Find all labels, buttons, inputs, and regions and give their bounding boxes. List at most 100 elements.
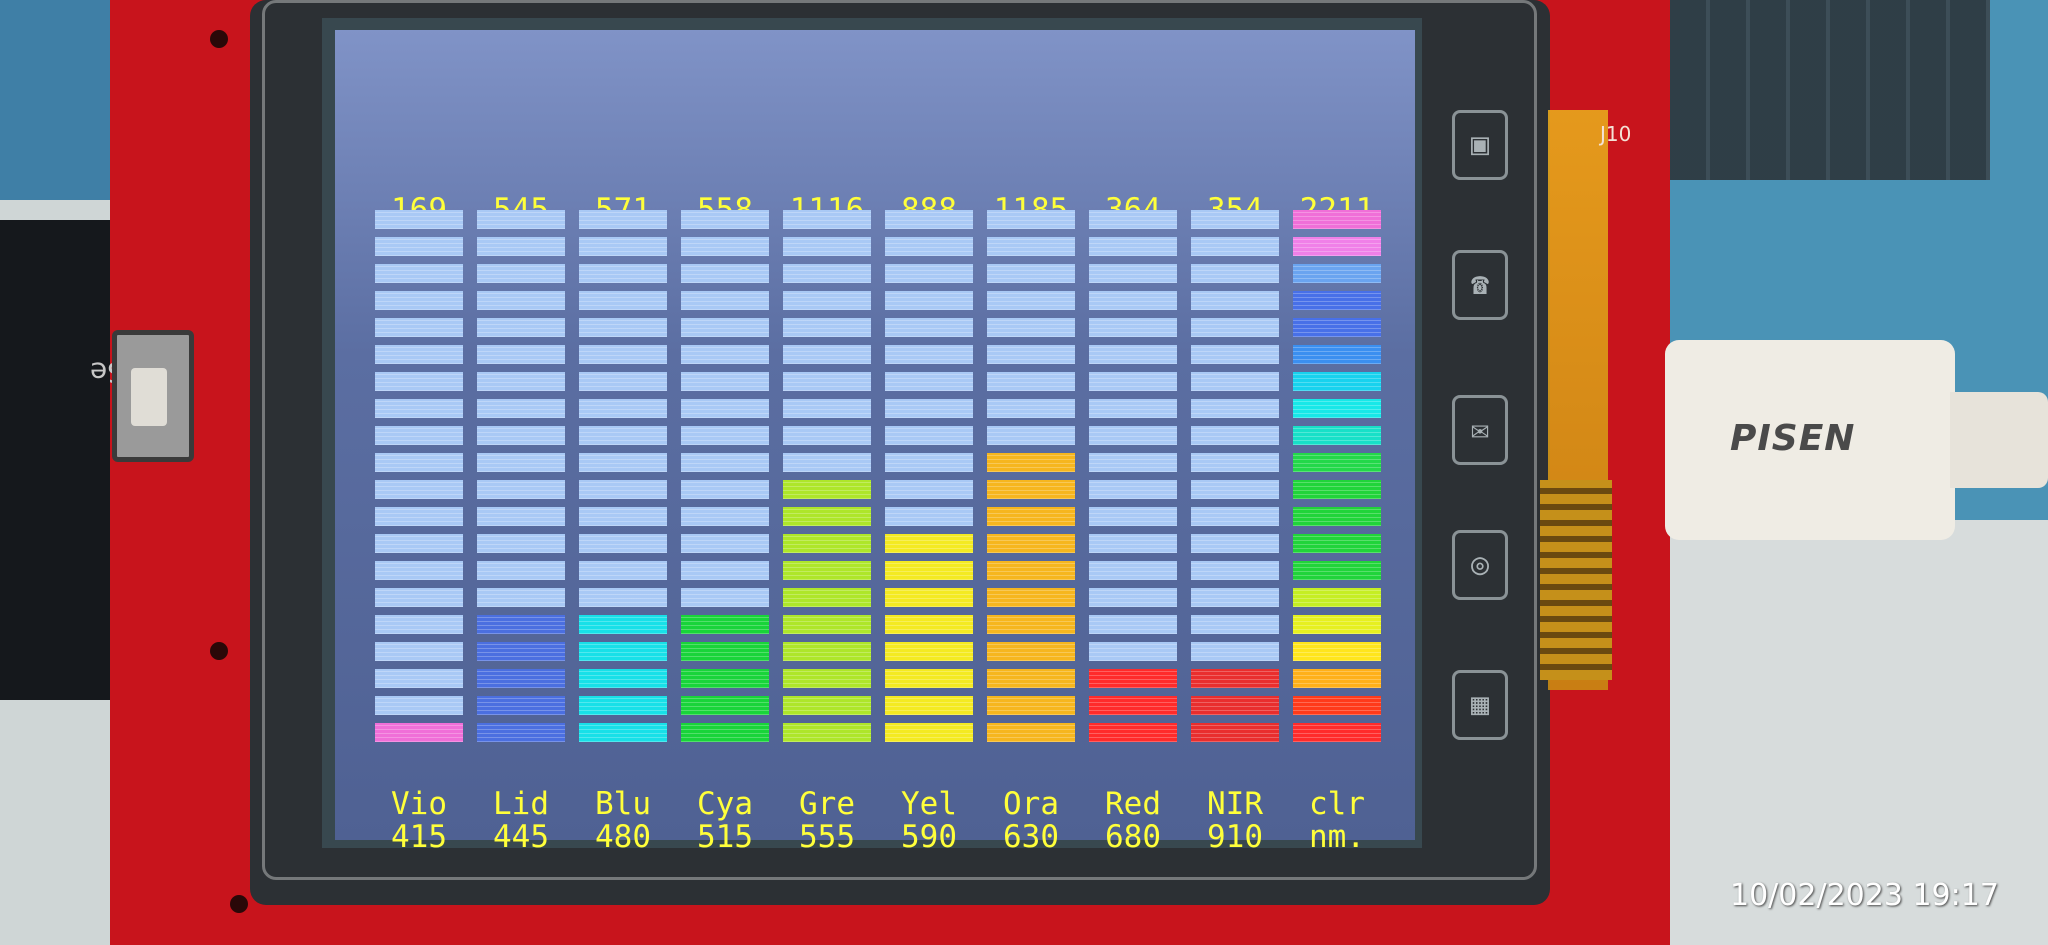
bar-segment xyxy=(885,696,973,715)
bar-segment xyxy=(885,534,973,553)
bar-segment xyxy=(579,534,667,553)
bar-segment xyxy=(477,561,565,580)
bar-segment xyxy=(579,696,667,715)
usb-cable xyxy=(1950,392,2048,488)
bar-segment xyxy=(987,345,1075,364)
bar-segment xyxy=(987,588,1075,607)
bar-segment xyxy=(1293,723,1381,742)
bar-segment xyxy=(681,642,769,661)
bar-segment xyxy=(1191,426,1279,445)
bar-segment xyxy=(477,669,565,688)
bar-segment xyxy=(681,399,769,418)
settings-icon[interactable]: ◎ xyxy=(1452,530,1508,600)
bar-segment xyxy=(987,426,1075,445)
bar-segment xyxy=(1089,507,1177,526)
bar-segment xyxy=(579,210,667,229)
flex-connector xyxy=(1540,480,1612,680)
bar-segment xyxy=(783,588,871,607)
reset-button-knob[interactable] xyxy=(131,368,167,426)
bar-segment xyxy=(1293,534,1381,553)
bar-segment xyxy=(987,534,1075,553)
bar-segment xyxy=(375,345,463,364)
keypad-icon[interactable]: ▦ xyxy=(1452,670,1508,740)
bar-segment xyxy=(1191,507,1279,526)
bar-segment xyxy=(375,426,463,445)
bar-segment xyxy=(375,453,463,472)
phone-icon[interactable]: ☎ xyxy=(1452,250,1508,320)
bar-segment xyxy=(783,480,871,499)
bar-segment xyxy=(681,453,769,472)
bar-segment xyxy=(477,318,565,337)
bar-segment xyxy=(1089,696,1177,715)
bar-segment xyxy=(783,696,871,715)
channel-label: Ora 630 xyxy=(1003,786,1059,855)
bar-segment xyxy=(477,507,565,526)
bar-segment xyxy=(783,723,871,742)
camera-icon[interactable]: ▣ xyxy=(1452,110,1508,180)
bar-segment xyxy=(885,453,973,472)
channel-label: Gre 555 xyxy=(799,786,855,855)
bar-segment xyxy=(885,669,973,688)
bar-segment xyxy=(477,345,565,364)
bar-segment xyxy=(579,399,667,418)
bar-segment xyxy=(987,561,1075,580)
bar-segment xyxy=(375,723,463,742)
bar-segment xyxy=(1191,399,1279,418)
bar-segment xyxy=(783,399,871,418)
bar-segment xyxy=(1293,291,1381,310)
bar-segment xyxy=(1191,723,1279,742)
bar-segment xyxy=(885,210,973,229)
mail-icon[interactable]: ✉ xyxy=(1452,395,1508,465)
channel-label: Cya 515 xyxy=(697,786,753,855)
bar-segment xyxy=(885,291,973,310)
bar-segment xyxy=(885,507,973,526)
bar-segment xyxy=(1191,669,1279,688)
bar-segment xyxy=(987,318,1075,337)
bar-segment xyxy=(783,345,871,364)
mount-hole xyxy=(210,30,228,48)
bar-segment xyxy=(885,426,973,445)
bar-segment xyxy=(885,588,973,607)
bar-segment xyxy=(477,723,565,742)
bar-segment xyxy=(579,507,667,526)
bar-segment xyxy=(783,615,871,634)
channel-label: clr nm. xyxy=(1309,786,1365,855)
bar-segment xyxy=(579,480,667,499)
bar-segment xyxy=(885,345,973,364)
bar-segment xyxy=(579,318,667,337)
bar-segment xyxy=(477,210,565,229)
photo-timestamp: 10/02/2023 19:17 xyxy=(1730,878,1999,913)
bar-segment xyxy=(885,723,973,742)
bar-segment xyxy=(681,237,769,256)
bar-segment xyxy=(783,264,871,283)
bar-segment xyxy=(987,642,1075,661)
bar-segment xyxy=(681,318,769,337)
bar-segment xyxy=(783,507,871,526)
bar-segment xyxy=(1089,291,1177,310)
bar-segment xyxy=(1293,669,1381,688)
bar-segment xyxy=(579,264,667,283)
bar-segment xyxy=(783,453,871,472)
channel-label: Lid 445 xyxy=(493,786,549,855)
bar-segment xyxy=(885,264,973,283)
bar-segment xyxy=(987,669,1075,688)
bar-segment xyxy=(987,723,1075,742)
bar-segment xyxy=(1191,345,1279,364)
bar-segment xyxy=(1293,588,1381,607)
bar-segment xyxy=(477,291,565,310)
bar-segment xyxy=(375,642,463,661)
bar-segment xyxy=(681,507,769,526)
bar-segment xyxy=(1191,534,1279,553)
bar-segment xyxy=(1191,642,1279,661)
bar-segment xyxy=(885,615,973,634)
mount-hole xyxy=(230,895,248,913)
bar-segment xyxy=(579,561,667,580)
bar-segment xyxy=(987,291,1075,310)
bar-segment xyxy=(783,318,871,337)
bar-segment xyxy=(477,426,565,445)
bar-segment xyxy=(681,210,769,229)
bar-segment xyxy=(1191,453,1279,472)
channel-label: NIR 910 xyxy=(1207,786,1263,855)
bar-segment xyxy=(885,480,973,499)
bar-segment xyxy=(987,507,1075,526)
